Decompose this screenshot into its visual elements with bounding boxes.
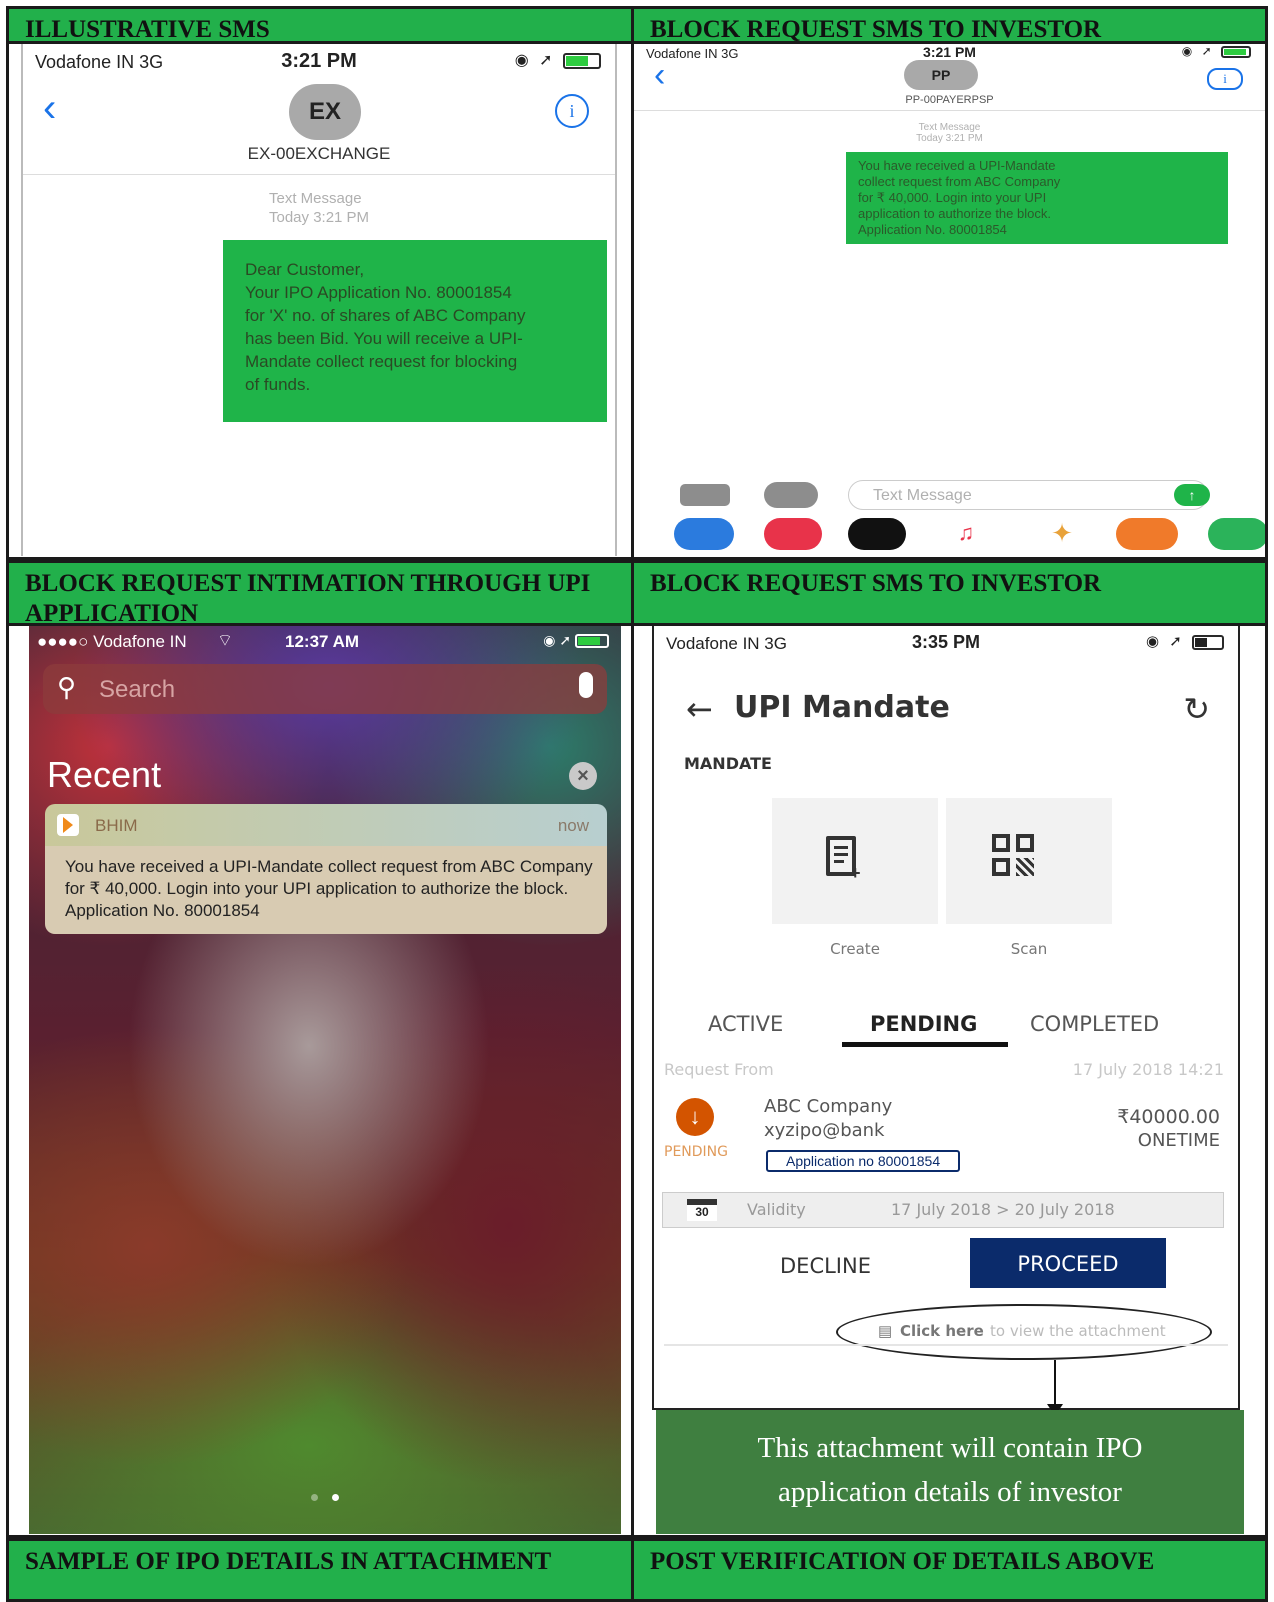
tab-indicator	[842, 1042, 1008, 1047]
validity-bar: 30 Validity 17 July 2018 > 20 July 2018	[662, 1192, 1224, 1228]
search-icon: ⚲	[57, 672, 77, 702]
amount: ₹40000.00	[1117, 1106, 1220, 1128]
message-bubble: Dear Customer, Your IPO Application No. …	[223, 240, 607, 422]
battery-icon: ◉ ➚	[543, 632, 609, 649]
sms-screen-payer-psp: Vodafone IN 3G 3:21 PM ◉ ➚ ‹ PP i PP-00P…	[631, 44, 1268, 560]
status-bar: ●●●●○ Vodafone IN ⌔ 12:37 AM ◉ ➚	[29, 626, 621, 656]
sender-name: PP-00PAYERPSP	[905, 94, 994, 106]
header-block-request-sms-2: BLOCK REQUEST SMS TO INVESTOR	[631, 560, 1268, 626]
header-sample-ipo-details: SAMPLE OF IPO DETAILS IN ATTACHMENT	[6, 1538, 634, 1602]
battery-icon	[563, 52, 601, 69]
message-type: Text Message	[269, 190, 362, 207]
clear-notifications-icon[interactable]: ×	[569, 762, 597, 790]
payee-vpa: xyzipo@bank	[764, 1120, 885, 1141]
create-mandate-button[interactable]: +	[772, 798, 938, 924]
location-icon: ◉ ➚	[1181, 44, 1215, 58]
refresh-icon[interactable]: ↻	[1183, 690, 1210, 728]
attachment-callout: This attachment will contain IPO applica…	[656, 1410, 1244, 1534]
heart-tray-icon[interactable]	[848, 518, 906, 550]
bhim-notification[interactable]: BHIM now You have received a UPI-Mandate…	[45, 804, 607, 934]
scan-mandate-button[interactable]	[946, 798, 1112, 924]
header-post-verification: POST VERIFICATION OF DETAILS ABOVE	[631, 1538, 1268, 1602]
app-store-tray-icon[interactable]	[674, 518, 734, 550]
message-time: Today 3:21 PM	[916, 133, 983, 144]
search-bar[interactable]: ⚲ Search	[43, 664, 607, 714]
create-icon: +	[826, 836, 861, 882]
message-type: Text Message	[918, 122, 981, 133]
bhim-app-icon	[57, 814, 79, 836]
app-store-icon[interactable]	[764, 482, 818, 508]
info-icon[interactable]: i	[555, 94, 589, 128]
music-tray-icon[interactable]: ♫	[946, 520, 986, 548]
back-chevron-icon[interactable]: ‹	[43, 88, 56, 128]
header-illustrative-sms: ILLUSTRATIVE SMS	[6, 6, 634, 44]
status-pending: PENDING	[664, 1144, 728, 1160]
sender-name: EX-00EXCHANGE	[247, 144, 391, 163]
message-input[interactable]: Text Message	[848, 480, 1208, 510]
search-images-tray-icon[interactable]	[764, 518, 822, 550]
send-icon[interactable]: ↑	[1174, 484, 1210, 506]
frequency: ONETIME	[1137, 1130, 1220, 1151]
lockscreen-notification: ●●●●○ Vodafone IN ⌔ 12:37 AM ◉ ➚ ⚲ Searc…	[6, 626, 634, 1538]
back-arrow-icon[interactable]: ←	[686, 690, 713, 728]
calendar-icon: 30	[687, 1199, 717, 1221]
contact-avatar[interactable]: EX	[289, 84, 361, 140]
tab-pending[interactable]: PENDING	[870, 1012, 977, 1036]
info-icon[interactable]: i	[1207, 68, 1243, 90]
page-dots	[311, 1488, 340, 1506]
upi-mandate-screen: Vodafone IN 3G 3:35 PM ◉ ➚ ← UPI Mandate…	[631, 626, 1268, 1538]
message-time: Today 3:21 PM	[269, 209, 370, 226]
decline-button[interactable]: DECLINE	[780, 1254, 871, 1278]
status-bar: Vodafone IN 3G 3:21 PM ◉ ➚	[23, 44, 615, 78]
request-row[interactable]: ↓ PENDING ABC Company xyzipo@bank ₹40000…	[654, 1092, 1238, 1178]
tab-completed[interactable]: COMPLETED	[1030, 1012, 1159, 1036]
request-date: 17 July 2018 14:21	[1072, 1060, 1224, 1079]
maps-tray-icon[interactable]	[1208, 518, 1265, 550]
tab-active[interactable]: ACTIVE	[708, 1012, 783, 1036]
battery-icon	[1192, 634, 1224, 650]
camera-icon[interactable]	[680, 484, 730, 506]
message-bubble: You have received a UPI-Mandate collect …	[846, 152, 1228, 244]
battery-icon	[1221, 45, 1251, 58]
proceed-button[interactable]: PROCEED	[970, 1238, 1166, 1288]
sms-screen-exchange: Vodafone IN 3G 3:21 PM ◉ ➚ ‹ EX i EX-00E…	[6, 44, 634, 560]
wifi-icon: ⌔	[217, 631, 233, 650]
qr-code-icon	[992, 834, 1038, 880]
create-label: Create	[830, 940, 880, 958]
location-icon: ◉ ➚	[514, 52, 556, 69]
scan-label: Scan	[1010, 940, 1048, 958]
contact-avatar[interactable]: PP	[904, 60, 978, 90]
photos-tray-icon[interactable]: ✦	[1040, 518, 1084, 550]
back-chevron-icon[interactable]: ‹	[654, 58, 665, 92]
header-block-request-sms: BLOCK REQUEST SMS TO INVESTOR	[631, 6, 1268, 44]
header-upi-intimation: BLOCK REQUEST INTIMATION THROUGH UPI APP…	[6, 560, 634, 627]
microphone-icon[interactable]	[579, 672, 593, 698]
download-arrow-icon: ↓	[676, 1098, 714, 1136]
page-title: UPI Mandate	[734, 690, 950, 725]
layout-grid: ILLUSTRATIVE SMS BLOCK REQUEST SMS TO IN…	[6, 6, 1268, 1602]
recent-heading: Recent	[47, 754, 162, 795]
application-number-box: Application no 80001854	[766, 1150, 961, 1172]
status-bar: Vodafone IN 3G 3:35 PM ◉ ➚	[654, 626, 1238, 660]
request-from-label: Request From	[664, 1060, 774, 1079]
game-tray-icon[interactable]	[1116, 518, 1178, 550]
payee-name: ABC Company	[764, 1096, 893, 1117]
attachment-link[interactable]: ▤ Click here to view the attachment	[836, 1304, 1212, 1360]
attachment-icon: ▤	[878, 1323, 893, 1340]
section-label: MANDATE	[684, 754, 772, 773]
